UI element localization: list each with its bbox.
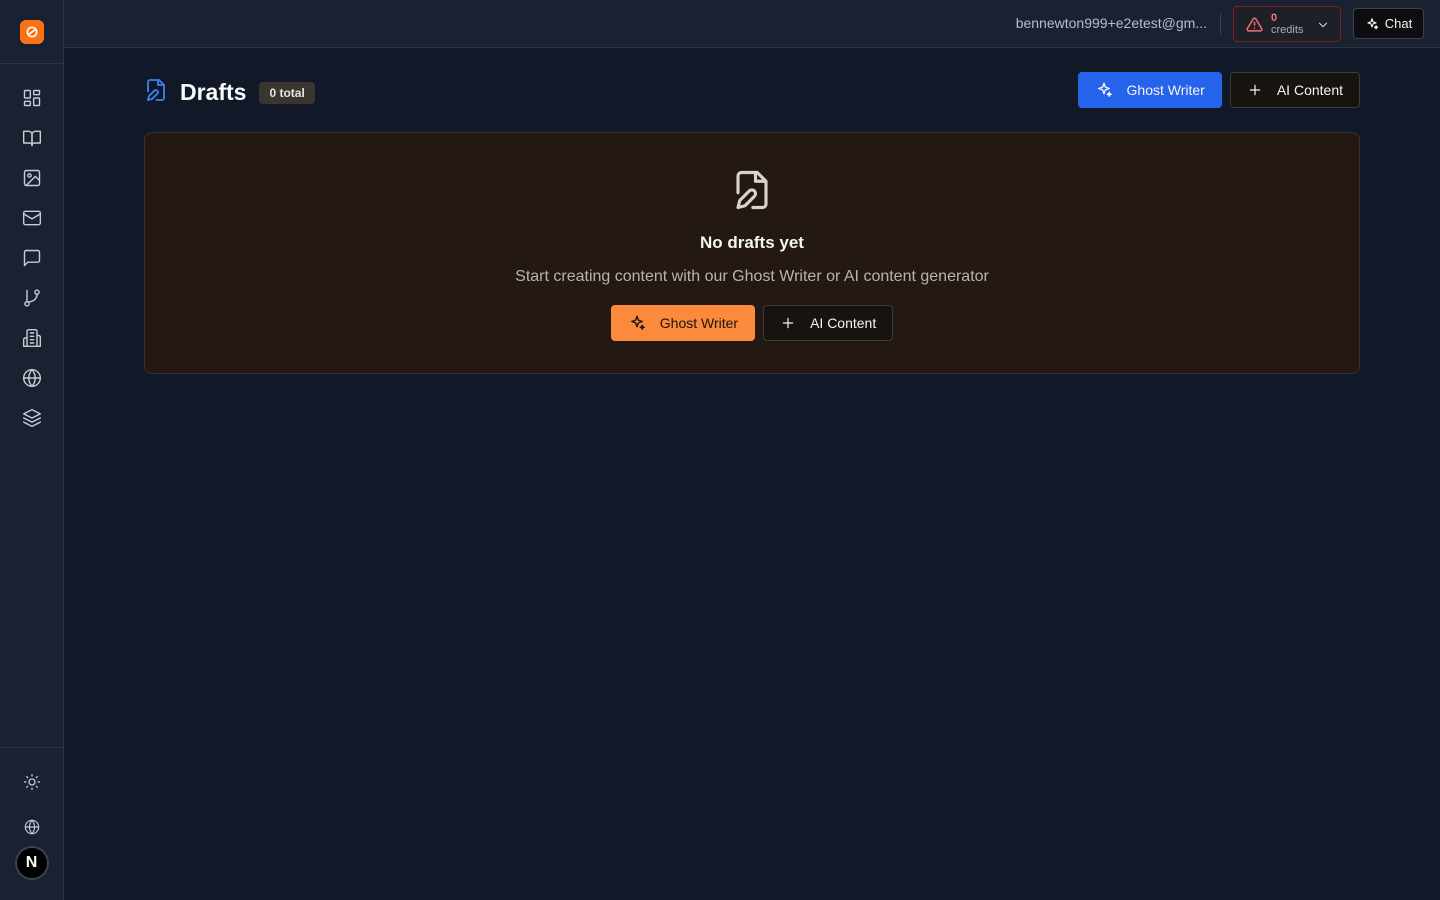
git-branch-icon <box>24 289 40 307</box>
language-button[interactable] <box>0 815 63 839</box>
chat-button[interactable]: Chat <box>1353 8 1424 39</box>
sidebar-footer: N <box>0 747 63 900</box>
credits-text: 0 credits <box>1271 12 1303 36</box>
sidebar-item-library[interactable] <box>0 118 64 158</box>
user-menu-button[interactable]: N <box>0 845 63 881</box>
topbar-divider <box>1220 13 1221 35</box>
empty-ghost-writer-button[interactable]: Ghost Writer <box>610 305 756 341</box>
credits-button[interactable]: 0 credits <box>1233 6 1341 42</box>
empty-state-subtitle: Start creating content with our Ghost Wr… <box>515 268 989 285</box>
chat-bubble-icon <box>23 249 41 267</box>
avatar: N <box>14 846 49 880</box>
credits-label: credits <box>1271 24 1304 36</box>
sidebar-item-dashboard[interactable] <box>0 78 64 118</box>
ghost-writer-button[interactable]: Ghost Writer <box>1077 72 1222 108</box>
ai-content-button[interactable]: AI Content <box>1229 72 1360 108</box>
sidebar: N <box>0 0 64 900</box>
page-header: Drafts 0 total Ghost Writer AI Content <box>144 48 1360 132</box>
book-icon <box>22 130 42 147</box>
sparkles-icon <box>1367 17 1379 29</box>
sidebar-nav <box>0 64 63 438</box>
logo-icon <box>26 26 37 37</box>
empty-ghost-writer-label: Ghost Writer <box>659 315 739 331</box>
empty-ai-content-button[interactable]: AI Content <box>763 305 894 341</box>
ghost-writer-label: Ghost Writer <box>1126 82 1205 98</box>
sidebar-item-companies[interactable] <box>0 318 64 358</box>
plus-icon <box>782 317 794 329</box>
empty-ai-content-label: AI Content <box>810 315 877 331</box>
chevron-down-icon <box>1318 22 1328 28</box>
total-badge: 0 total <box>259 81 315 104</box>
sparkles-icon <box>1097 82 1112 97</box>
dashboard-icon <box>23 89 41 107</box>
app-logo[interactable] <box>19 19 44 44</box>
image-icon <box>23 169 41 187</box>
empty-state-card: No drafts yet Start creating content wit… <box>144 132 1360 374</box>
header-actions: Ghost Writer AI Content <box>1077 72 1360 108</box>
sparkles-icon <box>630 315 645 330</box>
sun-icon <box>23 773 40 791</box>
sidebar-item-messages[interactable] <box>0 238 64 278</box>
topbar: bennewton999+e2etest@gm... 0 credits Cha… <box>64 0 1440 48</box>
sidebar-item-email[interactable] <box>0 198 64 238</box>
mail-icon <box>22 210 42 226</box>
globe-icon <box>22 368 42 388</box>
title-group: Drafts 0 total <box>144 77 315 108</box>
main-content: Drafts 0 total Ghost Writer AI Content N… <box>144 48 1360 374</box>
sidebar-item-workflows[interactable] <box>0 278 64 318</box>
plus-icon <box>1249 84 1261 96</box>
sidebar-item-layers[interactable] <box>0 398 64 438</box>
sidebar-item-images[interactable] <box>0 158 64 198</box>
globe-icon <box>24 819 39 835</box>
empty-state-title: No drafts yet <box>700 233 804 252</box>
file-pen-icon <box>144 77 168 108</box>
page-title: Drafts <box>180 79 247 105</box>
credits-count: 0 <box>1271 12 1278 24</box>
building-icon <box>22 328 42 348</box>
user-email: bennewton999+e2etest@gm... <box>1015 15 1207 31</box>
theme-toggle-button[interactable] <box>0 770 63 794</box>
file-pen-icon <box>731 167 773 218</box>
chat-label: Chat <box>1384 16 1413 31</box>
warning-icon <box>1246 16 1263 32</box>
ai-content-label: AI Content <box>1276 82 1343 98</box>
empty-state-actions: Ghost Writer AI Content <box>145 305 1359 341</box>
layers-icon <box>22 408 42 428</box>
sidebar-item-websites[interactable] <box>0 358 64 398</box>
logo-area <box>0 0 63 64</box>
